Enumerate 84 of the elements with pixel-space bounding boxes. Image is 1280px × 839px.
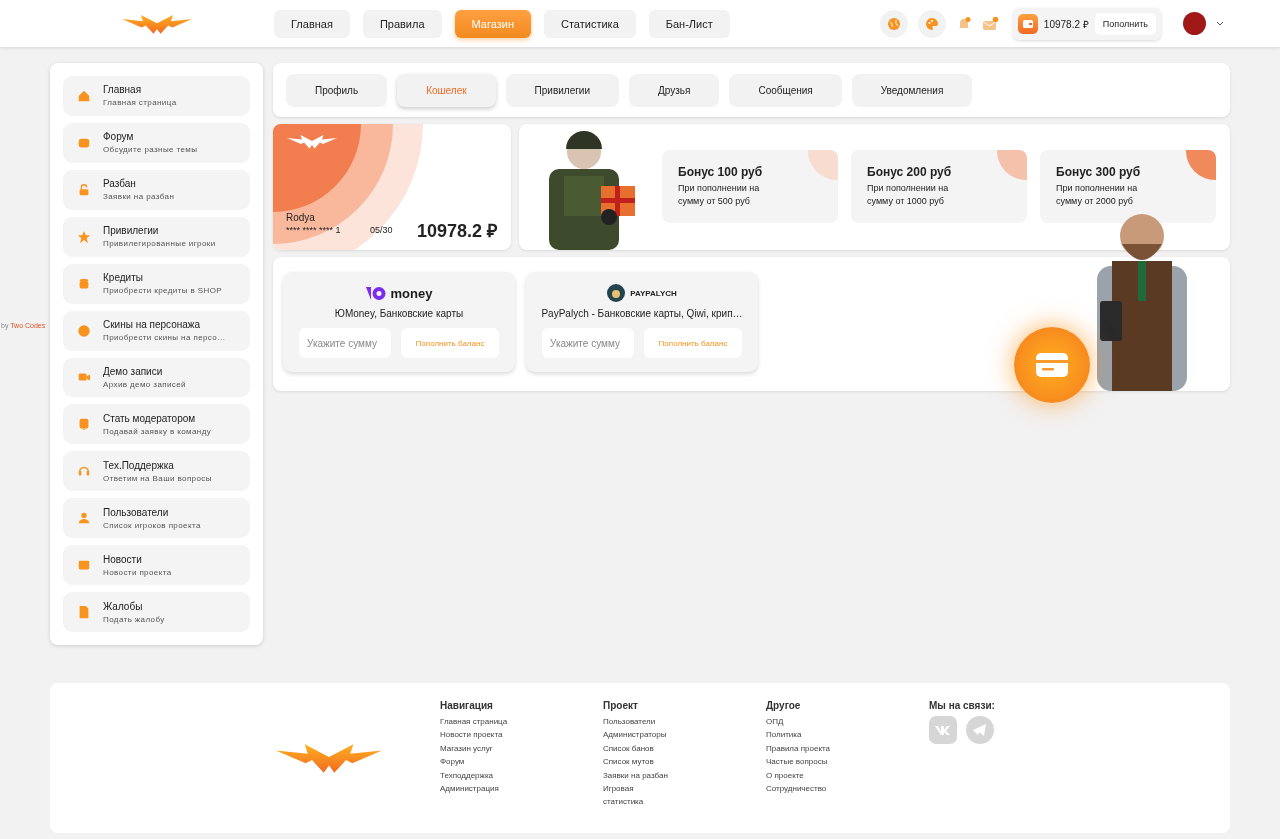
footer-link[interactable]: Сотрудничество <box>766 782 834 796</box>
sidebar-item[interactable]: Стать модератором Подавай заявку в команду <box>63 404 250 445</box>
card-holder: Rodya <box>286 212 315 223</box>
logo-icon <box>287 134 337 149</box>
card-expiry: 05/30 <box>370 225 393 235</box>
menu-item-icon <box>77 276 91 291</box>
nav-tab[interactable]: Правила <box>362 9 442 38</box>
bonus-title: Бонус 200 руб <box>867 164 953 179</box>
footer-link[interactable]: Главная страница <box>440 715 508 729</box>
nav-tab[interactable]: Бан-Лист <box>648 9 730 38</box>
wallet-icon <box>1017 13 1038 34</box>
bonus-title: Бонус 300 руб <box>1056 164 1142 179</box>
sidebar-item[interactable]: Главная Главная страница <box>63 76 250 116</box>
bonus-title: Бонус 100 руб <box>678 164 764 179</box>
sidebar-item[interactable]: Новости Новости проекта <box>63 545 250 586</box>
footer-link[interactable]: Форум <box>440 755 508 769</box>
card-number: **** **** **** 1 <box>286 225 341 235</box>
sidebar-item[interactable]: Кредиты Приобрести кредиты в SHOP <box>63 263 250 304</box>
sidebar-item[interactable]: Демо записи Архив демо записей <box>63 357 250 398</box>
footer-heading: Навигация <box>440 700 494 711</box>
menu-item-icon <box>77 229 91 244</box>
balance-amount: 10978.2 ₽ <box>1043 17 1089 31</box>
payment-logo: PAYPALYCH <box>630 288 677 298</box>
menu-item-icon <box>77 88 91 103</box>
card-balance: 10978.2 ₽ <box>416 220 497 242</box>
footer-link[interactable]: Администраторы <box>603 728 671 742</box>
vk-icon[interactable] <box>929 716 957 744</box>
payment-description: ЮMoney, Банковские карты <box>334 308 464 319</box>
profile-tab[interactable]: Уведомления <box>851 73 973 107</box>
sidebar-item[interactable]: Привилегии Привилегированные игроки <box>63 216 250 257</box>
footer-link[interactable]: Техподдержка <box>440 768 508 783</box>
mail-icon[interactable] <box>981 15 999 32</box>
footer-link[interactable]: Список банов <box>603 741 671 756</box>
amount-field[interactable]: Укажите сумму <box>542 328 634 358</box>
payment-logo: money <box>390 285 433 301</box>
menu-item-icon <box>77 182 91 197</box>
globe-icon[interactable] <box>879 9 908 38</box>
sidebar-item[interactable]: Разбан Заявки на разбан <box>63 169 250 210</box>
menu-item-icon <box>77 511 91 526</box>
avatar[interactable] <box>1183 12 1206 35</box>
chevron-icon[interactable] <box>1216 20 1224 27</box>
footer-link[interactable]: Администрация <box>440 782 508 796</box>
footer-heading: Мы на связи: <box>929 700 995 711</box>
sidebar-item[interactable]: Скины на персонажа Приобрести скины на персо… <box>63 310 250 351</box>
topup-button[interactable]: Пополнить <box>1094 12 1156 35</box>
footer-link[interactable]: Пользователи <box>603 715 671 729</box>
menu-item-icon <box>77 323 91 338</box>
menu-item-icon <box>77 605 91 620</box>
footer-link[interactable]: Новости проекта <box>440 728 508 742</box>
logo[interactable] <box>276 742 382 774</box>
coin-icon <box>607 284 626 302</box>
bonus-description: При пополнении на сумму от 500 руб <box>678 181 761 208</box>
profile-tab[interactable]: Привилегии <box>505 73 620 107</box>
footer-link[interactable]: О проекте <box>766 768 834 783</box>
footer-link[interactable]: Заявки на разбан <box>603 768 671 783</box>
sidebar-item[interactable]: Пользователи Список игроков проекта <box>63 498 250 539</box>
telegram-icon[interactable] <box>966 716 994 744</box>
nav-tab[interactable]: Статистика <box>544 9 636 38</box>
footer-heading: Другое <box>766 700 802 711</box>
palette-icon[interactable] <box>917 9 946 38</box>
footer-link[interactable]: Игровая статистика <box>603 782 671 809</box>
profile-tab[interactable]: Друзья <box>629 73 720 107</box>
credit-card-icon <box>1035 352 1069 378</box>
sidebar-item[interactable]: Форум Обсудите разные темы <box>63 122 250 163</box>
menu-item-icon <box>77 417 91 432</box>
footer-link[interactable]: Список мутов <box>603 755 671 769</box>
footer-link[interactable]: ОПД <box>766 715 834 729</box>
bonus-description: При пополнении на сумму от 2000 руб <box>1056 181 1139 208</box>
sidebar-item[interactable]: Жалобы Подать жалобу <box>63 592 250 633</box>
bonus-description: При пополнении на сумму от 1000 руб <box>867 181 950 208</box>
profile-tab[interactable]: Профиль <box>286 73 388 107</box>
footer-heading: Проект <box>603 700 639 711</box>
footer-link[interactable]: Политика <box>766 728 834 742</box>
sidebar-item[interactable]: Тех.Поддержка Ответим на Ваши вопросы <box>63 451 250 492</box>
profile-tab[interactable]: Сообщения <box>729 73 842 107</box>
payment-description: PayPalych - Банковские карты, Qiwi, крип… <box>541 308 743 319</box>
card-button[interactable] <box>1014 327 1090 403</box>
footer-link[interactable]: Правила проекта <box>766 741 834 756</box>
amount-field[interactable]: Укажите сумму <box>299 328 391 358</box>
nav-tab[interactable]: Главная <box>274 9 350 38</box>
wallet-brand-icon <box>365 286 386 300</box>
footer-link[interactable]: Частые вопросы <box>766 755 834 769</box>
footer-link[interactable]: Магазин услуг <box>440 741 508 756</box>
logo[interactable] <box>122 12 192 35</box>
